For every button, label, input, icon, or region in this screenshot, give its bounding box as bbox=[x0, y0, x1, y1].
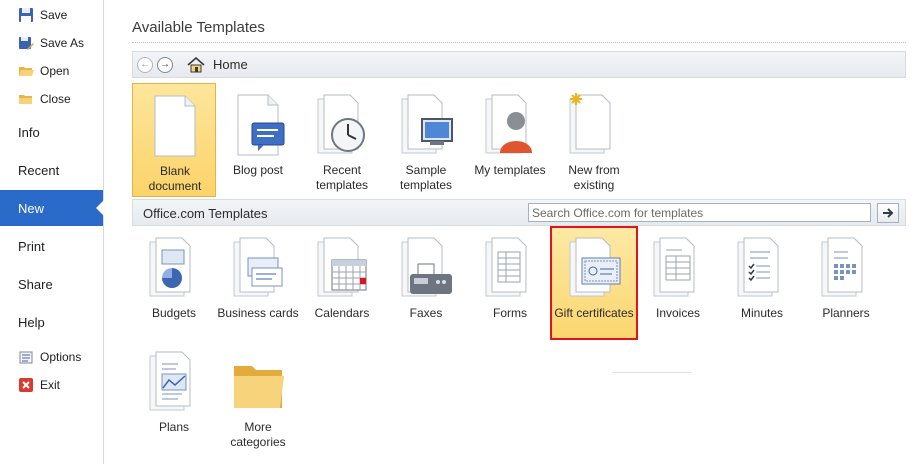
template-forms[interactable]: Forms bbox=[468, 226, 552, 340]
blank-document-icon bbox=[154, 95, 196, 157]
menu-new[interactable]: New bbox=[0, 190, 104, 226]
template-label: New from existing bbox=[568, 163, 620, 192]
business-cards-icon bbox=[233, 237, 283, 297]
available-templates-title: Available Templates bbox=[132, 19, 265, 36]
search-office-templates-input[interactable] bbox=[528, 203, 871, 222]
template-business-cards[interactable]: Business cards bbox=[216, 226, 300, 340]
minutes-icon bbox=[737, 237, 779, 297]
template-label: More categories bbox=[230, 420, 286, 449]
template-label: Calendars bbox=[314, 306, 370, 320]
home-link[interactable]: Home bbox=[213, 57, 248, 72]
search-go-button[interactable] bbox=[877, 203, 899, 223]
template-minutes[interactable]: Minutes bbox=[720, 226, 804, 340]
template-label: Minutes bbox=[740, 306, 784, 320]
template-plans[interactable]: Plans bbox=[132, 340, 216, 454]
save-icon bbox=[18, 7, 34, 23]
menu-open-label: Open bbox=[40, 64, 70, 78]
close-folder-icon bbox=[18, 91, 34, 107]
menu-share[interactable]: Share bbox=[0, 266, 103, 302]
selection-highlight-outline bbox=[550, 226, 638, 340]
menu-help-label: Help bbox=[18, 314, 45, 330]
menu-info[interactable]: Info bbox=[0, 114, 103, 150]
template-calendars[interactable]: Calendars bbox=[300, 226, 384, 340]
template-sample-templates[interactable]: Sample templates bbox=[384, 83, 468, 197]
menu-options[interactable]: Options bbox=[0, 344, 103, 370]
template-my-templates[interactable]: My templates bbox=[468, 83, 552, 197]
options-icon bbox=[18, 349, 34, 365]
planners-icon bbox=[821, 237, 863, 297]
template-label: Forms bbox=[493, 306, 527, 320]
office-templates-title: Office.com Templates bbox=[143, 206, 268, 221]
new-from-existing-icon bbox=[569, 93, 611, 154]
menu-close[interactable]: Close bbox=[0, 86, 103, 112]
title-divider bbox=[132, 42, 906, 43]
office-templates-bar: Office.com Templates bbox=[132, 199, 906, 226]
blog-post-icon bbox=[237, 94, 285, 156]
recent-templates-icon bbox=[317, 94, 365, 154]
template-label: Recent templates bbox=[315, 163, 369, 192]
template-label: Invoices bbox=[655, 306, 701, 320]
template-label: Faxes bbox=[409, 306, 443, 320]
template-label: Blog post bbox=[232, 163, 284, 177]
menu-help[interactable]: Help bbox=[0, 304, 103, 340]
menu-recent[interactable]: Recent bbox=[0, 152, 103, 188]
menu-close-label: Close bbox=[40, 92, 71, 106]
menu-info-label: Info bbox=[18, 124, 40, 140]
template-budgets[interactable]: Budgets bbox=[132, 226, 216, 340]
my-templates-icon bbox=[485, 94, 532, 154]
template-planners[interactable]: Planners bbox=[804, 226, 888, 340]
template-label: Sample templates bbox=[399, 163, 453, 192]
sample-templates-icon bbox=[401, 94, 453, 154]
menu-options-label: Options bbox=[40, 350, 82, 364]
menu-recent-label: Recent bbox=[18, 162, 60, 178]
template-label: Planners bbox=[822, 306, 870, 320]
exit-icon bbox=[18, 377, 34, 393]
menu-save-label: Save bbox=[40, 8, 68, 22]
menu-save-as-label: Save As bbox=[40, 36, 85, 50]
menu-save-as[interactable]: Save As bbox=[0, 30, 103, 56]
back-arrow-icon[interactable]: ← bbox=[137, 56, 153, 73]
template-recent-templates[interactable]: Recent templates bbox=[300, 83, 384, 197]
template-label: Business cards bbox=[217, 306, 299, 320]
template-label: Budgets bbox=[151, 306, 197, 320]
template-faxes[interactable]: Faxes bbox=[384, 226, 468, 340]
menu-open[interactable]: Open bbox=[0, 58, 103, 84]
template-blog-post[interactable]: Blog post bbox=[216, 83, 300, 197]
divider bbox=[612, 372, 692, 373]
menu-share-label: Share bbox=[18, 276, 53, 292]
faxes-icon bbox=[401, 237, 452, 297]
forward-arrow-icon[interactable]: → bbox=[157, 56, 173, 73]
template-label: Blank document bbox=[148, 164, 202, 193]
budgets-icon bbox=[149, 237, 191, 297]
arrow-right-icon bbox=[883, 208, 894, 218]
menu-new-label: New bbox=[18, 200, 45, 216]
template-new-from-existing[interactable]: New from existing bbox=[552, 83, 636, 197]
template-nav-bar: ← → Home bbox=[132, 51, 906, 78]
template-more-categories[interactable]: More categories bbox=[216, 340, 300, 454]
backstage-menu: Save Save As Open Close Info Recent New … bbox=[0, 0, 104, 464]
menu-print[interactable]: Print bbox=[0, 228, 103, 264]
plans-icon bbox=[149, 351, 191, 411]
template-label: Plans bbox=[158, 420, 190, 434]
menu-print-label: Print bbox=[18, 238, 45, 254]
calendars-icon bbox=[317, 237, 367, 297]
invoices-icon bbox=[653, 237, 695, 297]
main-panel: Available Templates ← → Home Blank docum… bbox=[104, 0, 915, 464]
template-label: My templates bbox=[474, 163, 546, 177]
menu-exit-label: Exit bbox=[40, 378, 61, 392]
menu-save[interactable]: Save bbox=[0, 2, 103, 28]
template-invoices[interactable]: Invoices bbox=[636, 226, 720, 340]
save-as-icon bbox=[18, 35, 34, 51]
folder-icon bbox=[234, 366, 284, 408]
template-blank-document[interactable]: Blank document bbox=[132, 83, 216, 197]
home-icon[interactable] bbox=[187, 56, 205, 73]
open-folder-icon bbox=[18, 63, 34, 79]
menu-exit[interactable]: Exit bbox=[0, 372, 103, 398]
forms-icon bbox=[485, 237, 527, 297]
